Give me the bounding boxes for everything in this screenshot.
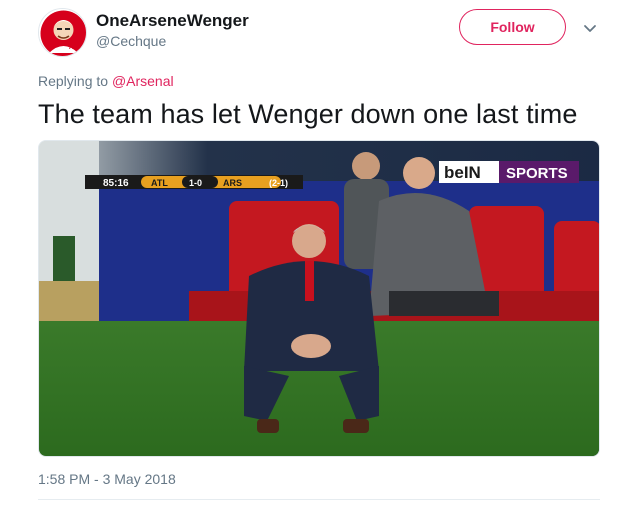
media-image: 85:16 ATL 1-0 ARS (2-1) beIN SPORTS	[39, 141, 599, 456]
score-clock: 85:16	[103, 178, 129, 189]
avatar-badge: AFC	[69, 45, 82, 51]
reply-mention-link[interactable]: @Arsenal	[112, 73, 174, 89]
reply-context: Replying to @Arsenal	[38, 73, 174, 89]
timestamp[interactable]: 1:58 PM - 3 May 2018	[38, 471, 176, 487]
display-name[interactable]: OneArseneWenger	[96, 11, 249, 31]
divider	[38, 499, 600, 500]
score-aggregate: (2-1)	[269, 178, 288, 188]
broadcaster-logo-part1: beIN	[444, 163, 481, 182]
tweet-text: The team has let Wenger down one last ti…	[38, 99, 578, 129]
score-away: ARS	[223, 178, 242, 188]
reply-prefix: Replying to	[38, 73, 112, 89]
follow-button[interactable]: Follow	[459, 9, 566, 45]
tweet-media[interactable]: 85:16 ATL 1-0 ARS (2-1) beIN SPORTS	[38, 140, 600, 457]
avatar[interactable]: AFC	[38, 8, 87, 57]
score-result: 1-0	[189, 178, 202, 188]
score-home: ATL	[151, 178, 168, 188]
tweet-card: AFC OneArseneWenger @Cechque Follow Repl…	[0, 0, 637, 506]
chevron-down-icon[interactable]	[580, 18, 600, 38]
user-handle[interactable]: @Cechque	[96, 33, 166, 49]
broadcaster-logo-part2: SPORTS	[506, 165, 568, 182]
avatar-image: AFC	[39, 9, 86, 56]
